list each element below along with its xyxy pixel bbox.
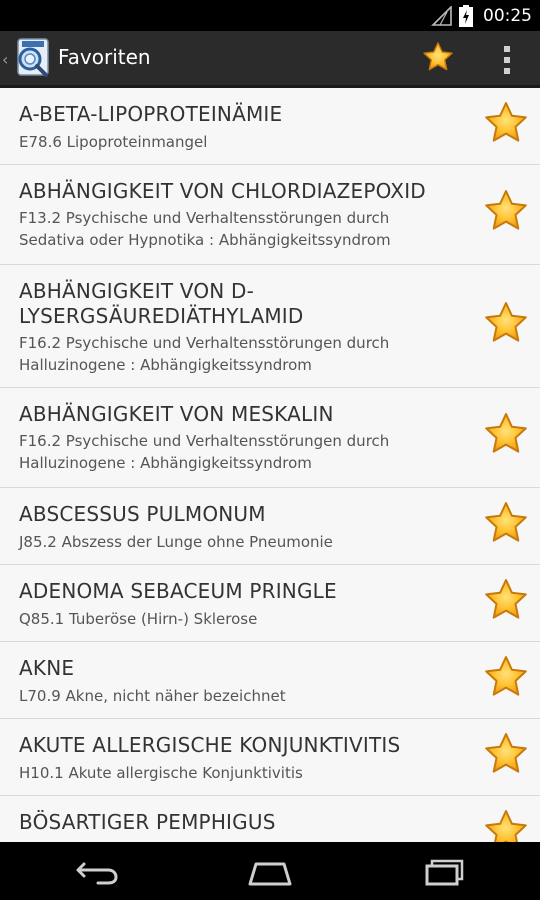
item-title: BÖSARTIGER PEMPHIGUS: [19, 810, 276, 834]
battery-icon: [459, 4, 473, 27]
app-logo-icon[interactable]: [12, 37, 52, 79]
list-item[interactable]: BÖSARTIGER PEMPHIGUS: [0, 796, 540, 842]
item-subtitle: F16.2 Psychische und Verhaltensstörungen…: [19, 432, 390, 472]
list-item[interactable]: AKNE L70.9 Akne, nicht näher bezeichnet: [0, 642, 540, 719]
recent-apps-icon[interactable]: [413, 854, 473, 890]
list-item[interactable]: AKUTE ALLERGISCHE KONJUNKTIVITIS H10.1 A…: [0, 719, 540, 796]
favorite-star-icon[interactable]: [483, 411, 529, 457]
favorite-star-icon[interactable]: [483, 500, 529, 546]
favorite-star-icon[interactable]: [483, 577, 529, 623]
list-item[interactable]: ABSCESSUS PULMONUM J85.2 Abszess der Lun…: [0, 488, 540, 565]
item-subtitle: L70.9 Akne, nicht näher bezeichnet: [19, 687, 286, 705]
overflow-dot: [504, 57, 510, 63]
status-bar: 00:25: [0, 0, 540, 31]
favorites-star-icon[interactable]: [422, 41, 454, 73]
item-subtitle: Q85.1 Tuberöse (Hirn-) Sklerose: [19, 610, 258, 628]
navigation-bar: [0, 842, 540, 900]
item-title: ABSCESSUS PULMONUM: [19, 502, 266, 526]
page-title: Favoriten: [58, 45, 151, 69]
item-title: AKUTE ALLERGISCHE KONJUNKTIVITIS: [19, 733, 401, 757]
favorite-star-icon[interactable]: [483, 188, 529, 234]
item-title: ABHÄNGIGKEIT VON MESKALIN: [19, 402, 334, 426]
item-subtitle: J85.2 Abszess der Lunge ohne Pneumonie: [19, 533, 333, 551]
overflow-menu-button[interactable]: [492, 43, 522, 77]
favorite-star-icon[interactable]: [483, 654, 529, 700]
favorite-star-icon[interactable]: [483, 300, 529, 346]
item-subtitle: F16.2 Psychische und Verhaltensstörungen…: [19, 334, 390, 374]
list-item[interactable]: ABHÄNGIGKEIT VON MESKALIN F16.2 Psychisc…: [0, 388, 540, 488]
favorites-list: A-BETA-LIPOPROTEINÄMIE E78.6 Lipoprotein…: [0, 88, 540, 842]
list-item[interactable]: ABHÄNGIGKEIT VON D- LYSERGSÄUREDIÄTHYLAM…: [0, 265, 540, 388]
list-item[interactable]: ABHÄNGIGKEIT VON CHLORDIAZEPOXID F13.2 P…: [0, 165, 540, 265]
item-title: ABHÄNGIGKEIT VON D- LYSERGSÄUREDIÄTHYLAM…: [19, 279, 304, 328]
item-subtitle: F13.2 Psychische und Verhaltensstörungen…: [19, 209, 391, 249]
up-caret-icon[interactable]: ‹: [2, 50, 8, 69]
favorite-star-icon[interactable]: [483, 100, 529, 146]
back-icon[interactable]: [68, 854, 128, 890]
item-title: AKNE: [19, 656, 75, 680]
status-icons: 00:25: [431, 0, 532, 31]
list-item[interactable]: A-BETA-LIPOPROTEINÄMIE E78.6 Lipoprotein…: [0, 88, 540, 165]
signal-icon: [431, 5, 452, 26]
item-subtitle: E78.6 Lipoproteinmangel: [19, 133, 208, 151]
favorite-star-icon[interactable]: [483, 808, 529, 842]
home-icon[interactable]: [240, 854, 300, 890]
item-subtitle: H10.1 Akute allergische Konjunktivitis: [19, 764, 303, 782]
overflow-dot: [504, 68, 510, 74]
overflow-dot: [504, 46, 510, 52]
action-bar: ‹ Favoriten: [0, 31, 540, 88]
favorite-star-icon[interactable]: [483, 731, 529, 777]
item-title: ABHÄNGIGKEIT VON CHLORDIAZEPOXID: [19, 179, 426, 203]
list-item[interactable]: ADENOMA SEBACEUM PRINGLE Q85.1 Tuberöse …: [0, 565, 540, 642]
item-title: ADENOMA SEBACEUM PRINGLE: [19, 579, 337, 603]
status-time: 00:25: [483, 5, 532, 26]
item-title: A-BETA-LIPOPROTEINÄMIE: [19, 102, 283, 126]
